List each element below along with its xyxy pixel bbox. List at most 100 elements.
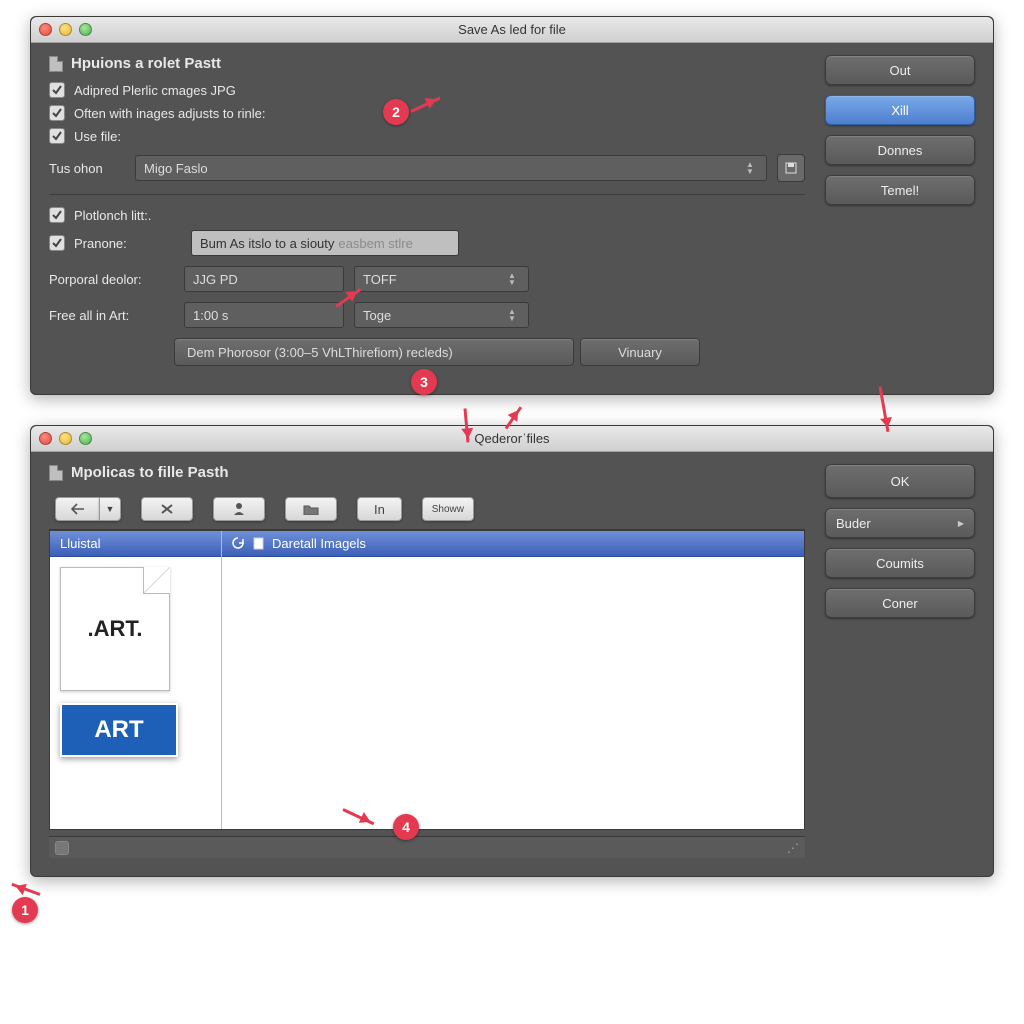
field-label: Porporal deolor: [49, 272, 174, 287]
toolbar: ▼ In Showw [49, 491, 805, 530]
time-input[interactable]: 1:00 s [184, 302, 344, 328]
annotation-badge-3: 3 [411, 369, 437, 395]
button-label: Showw [432, 504, 464, 515]
annotation-arrow [11, 883, 40, 896]
file-thumbnail[interactable]: .ART. [60, 567, 170, 691]
column-header-left[interactable]: Lluistal [50, 531, 221, 557]
chevron-updown-icon: ▲▼ [504, 308, 520, 322]
dropdown-value: Migo Faslo [144, 161, 208, 176]
checkbox[interactable] [49, 207, 65, 223]
input-placeholder: easbem stlre [338, 236, 412, 251]
button-label: Out [890, 63, 911, 78]
folder-button[interactable] [285, 497, 337, 521]
button-label: Temel! [881, 183, 919, 198]
user-button[interactable] [213, 497, 265, 521]
save-preset-button[interactable] [777, 154, 805, 182]
resize-grip-icon[interactable]: ⋰ [787, 841, 799, 855]
dropdown-label: Tus ohon [49, 161, 125, 176]
input-text: Bum As itslo to a siouty [200, 236, 334, 251]
right-column: Daretall Imagels [222, 531, 804, 829]
minimize-icon[interactable] [59, 23, 72, 36]
file-browser-dialog: Qederorˈfiles Mpolicas to fille Pasth ▼ [30, 425, 994, 877]
section-header: Hpuions a rolet Pastt [49, 55, 805, 72]
zoom-icon[interactable] [79, 432, 92, 445]
input-value: 1:00 s [193, 308, 228, 323]
nav-segment: ▼ [55, 497, 121, 521]
format-dropdown[interactable]: TOFF ▲▼ [354, 266, 529, 292]
status-bar: ⋰ [49, 836, 805, 858]
checkbox-label: Adipred Plerlic cmages JPG [74, 83, 236, 98]
delete-button[interactable] [141, 497, 193, 521]
temel-button[interactable]: Temel! [825, 175, 975, 205]
nav-dropdown-button[interactable]: ▼ [99, 497, 121, 521]
chevron-updown-icon: ▲▼ [742, 161, 758, 175]
show-button[interactable]: Showw [422, 497, 474, 521]
traffic-lights [39, 23, 92, 36]
button-label: Coumits [876, 556, 924, 571]
titlebar: Qederorˈfiles [31, 426, 993, 452]
document-icon [49, 56, 63, 72]
chevron-updown-icon: ▲▼ [504, 272, 520, 286]
close-icon[interactable] [39, 23, 52, 36]
chevron-right-icon: ▶ [958, 519, 964, 528]
profile-button[interactable]: Dem Phorosor (3:00–5 VhLThirefiom) recle… [174, 338, 574, 366]
button-label: OK [891, 474, 910, 489]
annotation-badge-1: 1 [12, 897, 38, 923]
traffic-lights [39, 432, 92, 445]
coner-button[interactable]: Coner [825, 588, 975, 618]
button-label: Donnes [878, 143, 923, 158]
close-icon[interactable] [39, 432, 52, 445]
page-icon [253, 537, 264, 550]
checkbox-label: Plotlonch litt:. [74, 208, 151, 223]
xill-button[interactable]: Xill [825, 95, 975, 125]
badge-label: ART [94, 716, 143, 744]
mode-dropdown[interactable]: Toge ▲▼ [354, 302, 529, 328]
file-type-badge[interactable]: ART [60, 703, 178, 757]
in-button[interactable]: In [357, 497, 402, 521]
checkbox[interactable] [49, 128, 65, 144]
column-title: Lluistal [60, 536, 100, 551]
titlebar: Save As led for file [31, 17, 993, 43]
checkbox-label: Often with inages adjusts to rinle: [74, 106, 266, 121]
section-title: Mpolicas to fille Pasth [71, 464, 229, 481]
section-title: Hpuions a rolet Pastt [71, 55, 221, 72]
name-input[interactable]: Bum As itslo to a siouty easbem stlre [191, 230, 459, 256]
buder-button[interactable]: Buder ▶ [825, 508, 975, 538]
preset-dropdown[interactable]: Migo Faslo ▲▼ [135, 155, 767, 181]
dropdown-value: Toge [363, 308, 391, 323]
column-header-right[interactable]: Daretall Imagels [222, 531, 804, 557]
out-button[interactable]: Out [825, 55, 975, 85]
save-as-dialog: Save As led for file Hpuions a rolet Pas… [30, 16, 994, 395]
nav-back-button[interactable] [55, 497, 99, 521]
minimize-icon[interactable] [59, 432, 72, 445]
zoom-icon[interactable] [79, 23, 92, 36]
input-value: JJG PD [193, 272, 238, 287]
checkbox[interactable] [49, 235, 65, 251]
checkbox[interactable] [49, 82, 65, 98]
button-label: Buder [836, 516, 871, 531]
checkbox-label: Use file: [74, 129, 121, 144]
window-title: Save As led for file [458, 22, 566, 37]
checkbox[interactable] [49, 105, 65, 121]
donnes-button[interactable]: Donnes [825, 135, 975, 165]
ok-button[interactable]: OK [825, 464, 975, 498]
field-label: Free all in Art: [49, 308, 174, 323]
status-cap-left[interactable] [55, 841, 69, 855]
coumits-button[interactable]: Coumits [825, 548, 975, 578]
compression-input[interactable]: JJG PD [184, 266, 344, 292]
aux-button[interactable]: Vinuary [580, 338, 700, 366]
annotation-badge-2: 2 [383, 99, 409, 125]
window-title: Qederorˈfiles [474, 431, 549, 446]
left-column: Lluistal .ART. ART [50, 531, 222, 829]
file-list-area[interactable] [222, 557, 804, 829]
button-label: Dem Phorosor (3:00–5 VhLThirefiom) recle… [187, 345, 453, 360]
thumbnail-area: .ART. ART [50, 557, 221, 829]
column-title: Daretall Imagels [272, 536, 366, 551]
browser-pane: Lluistal .ART. ART D [49, 530, 805, 830]
section-header: Mpolicas to fille Pasth [49, 464, 805, 481]
refresh-icon [232, 537, 245, 550]
document-icon [49, 465, 63, 481]
checkbox-label: Pranone: [74, 236, 182, 251]
button-label: Xill [891, 103, 908, 118]
annotation-badge-4: 4 [393, 814, 419, 840]
